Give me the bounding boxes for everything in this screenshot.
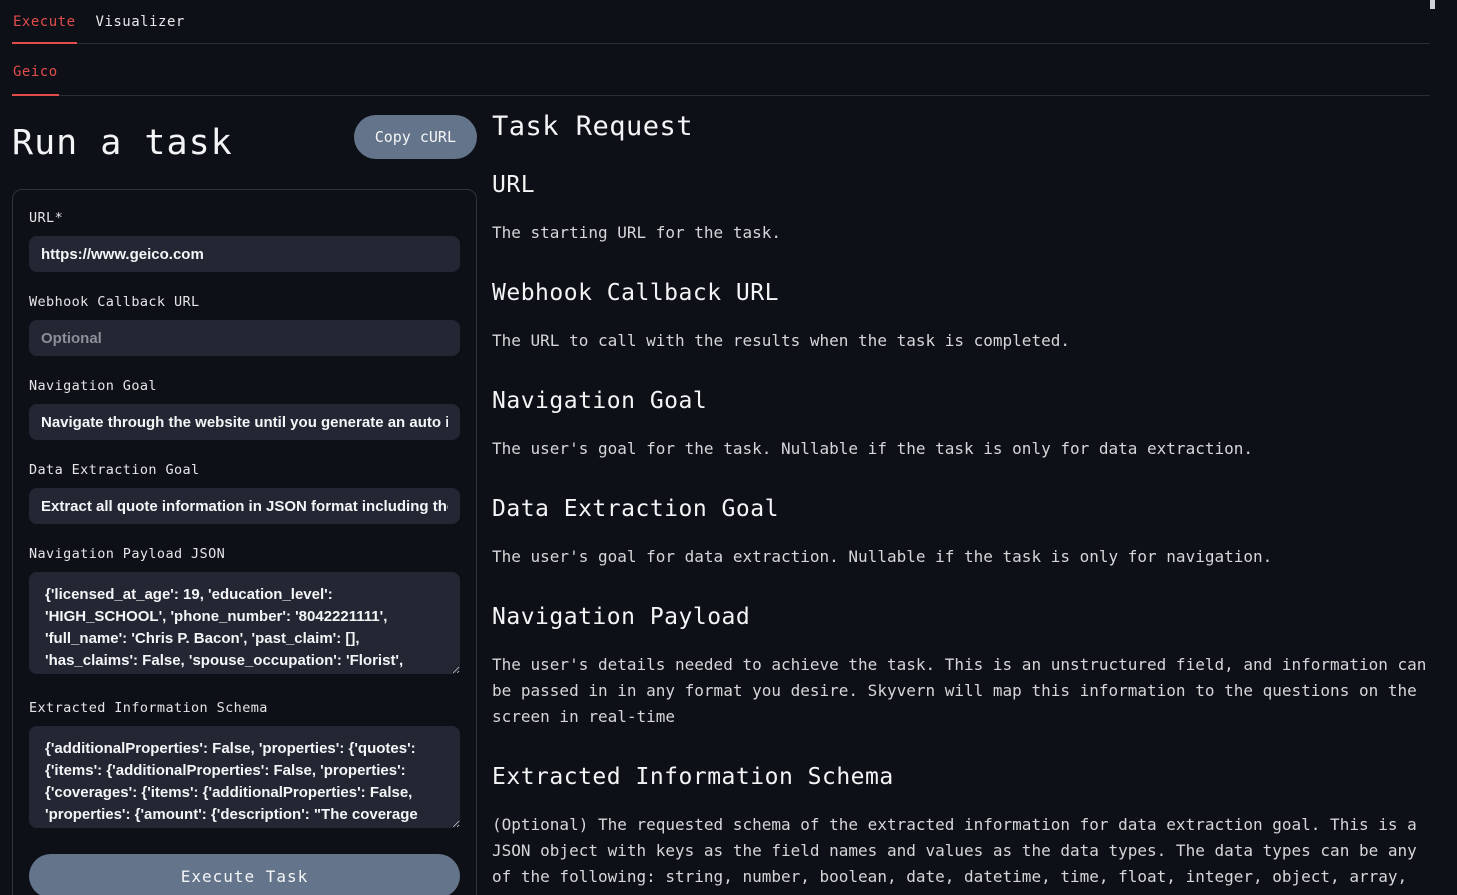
navigation-goal-field-group: Navigation Goal xyxy=(29,378,460,440)
vertical-scrollbar-thumb[interactable] xyxy=(1430,0,1435,9)
navigation-payload-label: Navigation Payload JSON xyxy=(29,546,460,562)
webhook-label: Webhook Callback URL xyxy=(29,294,460,310)
tab-geico[interactable]: Geico xyxy=(12,44,59,96)
docs-section-title-url: URL xyxy=(492,172,1430,198)
docs-section-body-data-extraction-goal: The user's goal for data extraction. Nul… xyxy=(492,544,1430,570)
task-form-header: Run a task Copy cURL xyxy=(12,113,477,173)
docs-title: Task Request xyxy=(492,111,1430,142)
copy-curl-button[interactable]: Copy cURL xyxy=(354,115,477,159)
docs-section-title-navigation-payload: Navigation Payload xyxy=(492,604,1430,630)
docs-section-body-extracted-schema: (Optional) The requested schema of the e… xyxy=(492,812,1430,895)
tab-visualizer[interactable]: Visualizer xyxy=(95,0,186,44)
docs-section-body-navigation-goal: The user's goal for the task. Nullable i… xyxy=(492,436,1430,462)
url-input[interactable] xyxy=(29,236,460,272)
navigation-payload-field-group: Navigation Payload JSON {'licensed_at_ag… xyxy=(29,546,460,678)
navigation-payload-textarea[interactable]: {'licensed_at_age': 19, 'education_level… xyxy=(29,572,460,674)
main-content: Run a task Copy cURL URL* Webhook Callba… xyxy=(0,96,1457,895)
data-extraction-goal-label: Data Extraction Goal xyxy=(29,462,460,478)
extracted-schema-field-group: Extracted Information Schema {'additiona… xyxy=(29,700,460,832)
data-extraction-goal-input[interactable] xyxy=(29,488,460,524)
webhook-input[interactable] xyxy=(29,320,460,356)
execute-task-button[interactable]: Execute Task xyxy=(29,854,460,895)
extracted-schema-label: Extracted Information Schema xyxy=(29,700,460,716)
url-field-group: URL* xyxy=(29,210,460,272)
navigation-goal-input[interactable] xyxy=(29,404,460,440)
extracted-schema-textarea[interactable]: {'additionalProperties': False, 'propert… xyxy=(29,726,460,828)
secondary-tab-bar: Geico xyxy=(12,44,1430,96)
url-label: URL* xyxy=(29,210,460,226)
tab-execute[interactable]: Execute xyxy=(12,0,77,44)
docs-section-title-navigation-goal: Navigation Goal xyxy=(492,388,1430,414)
navigation-goal-label: Navigation Goal xyxy=(29,378,460,394)
primary-tab-bar: Execute Visualizer xyxy=(12,0,1430,44)
webhook-field-group: Webhook Callback URL xyxy=(29,294,460,356)
docs-section-title-data-extraction-goal: Data Extraction Goal xyxy=(492,496,1430,522)
task-request-docs: Task Request URL The starting URL for th… xyxy=(492,109,1430,895)
task-form-panel: Run a task Copy cURL URL* Webhook Callba… xyxy=(12,109,477,895)
page-title: Run a task xyxy=(12,123,233,163)
docs-section-body-url: The starting URL for the task. xyxy=(492,220,1430,246)
data-extraction-goal-field-group: Data Extraction Goal xyxy=(29,462,460,524)
docs-section-body-webhook: The URL to call with the results when th… xyxy=(492,328,1430,354)
docs-section-body-navigation-payload: The user's details needed to achieve the… xyxy=(492,652,1430,730)
docs-section-title-webhook: Webhook Callback URL xyxy=(492,280,1430,306)
docs-section-title-extracted-schema: Extracted Information Schema xyxy=(492,764,1430,790)
task-form-card: URL* Webhook Callback URL Navigation Goa… xyxy=(12,189,477,895)
